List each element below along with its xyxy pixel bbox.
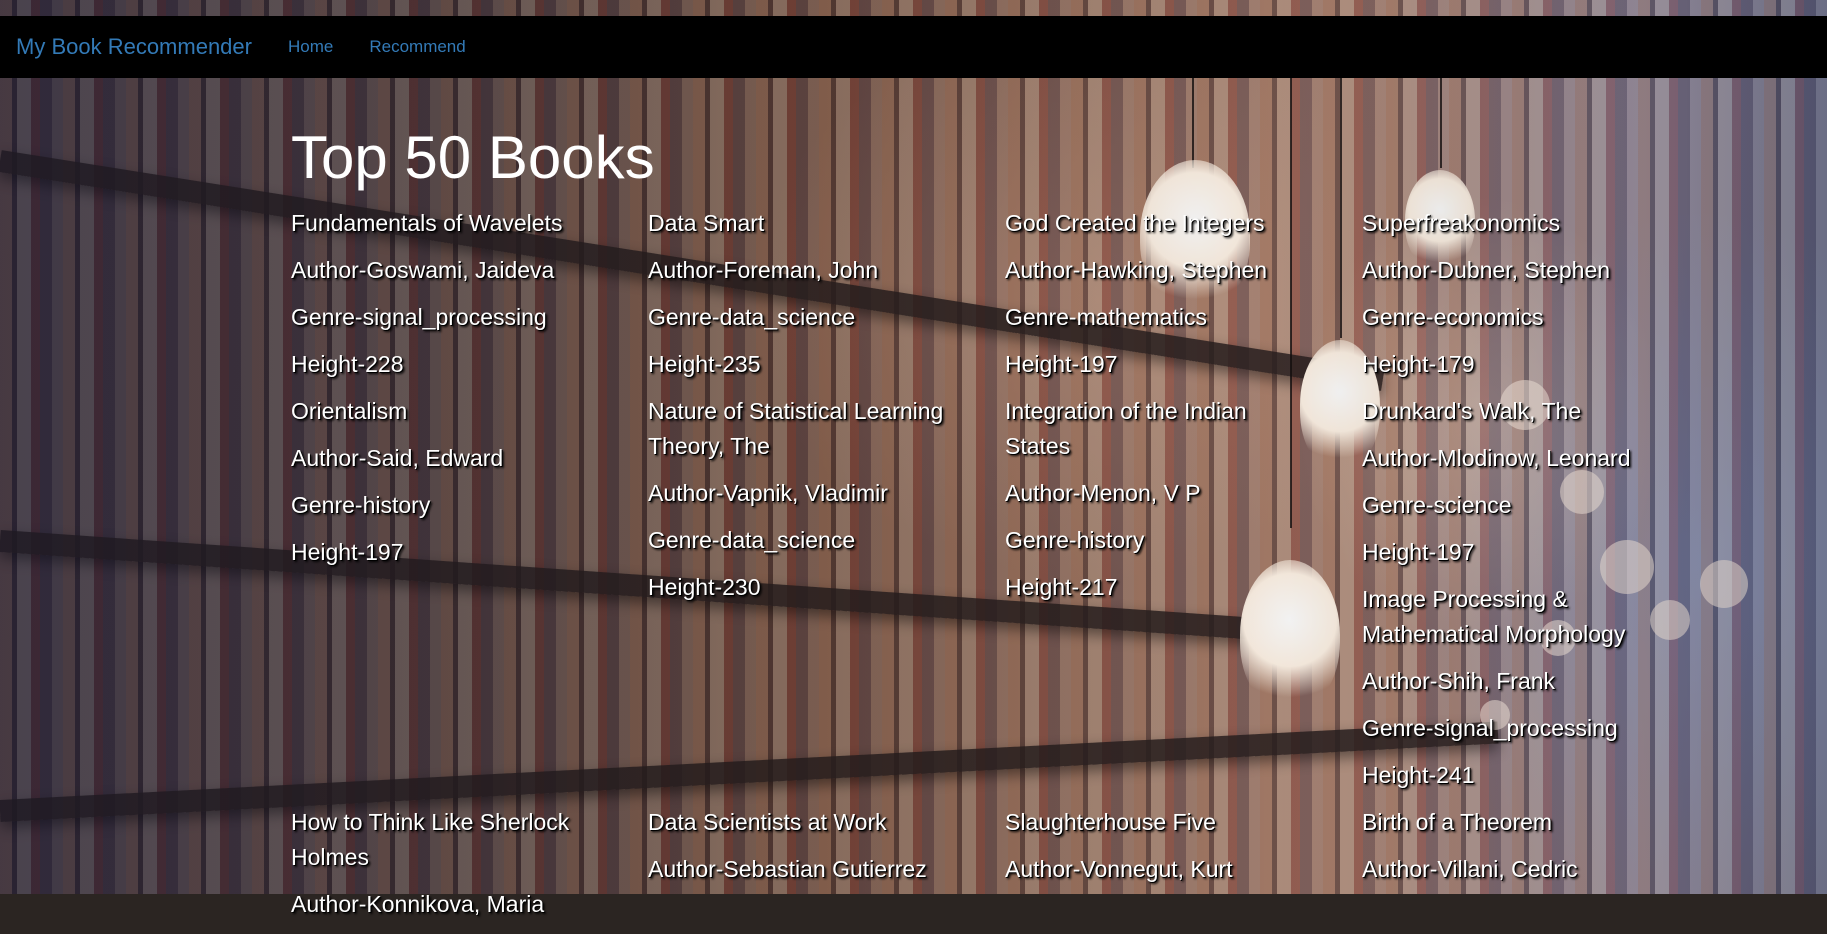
book-card: Superfreakonomics Author-Dubner, Stephen…: [1362, 206, 1719, 394]
book-title: God Created the Integers: [1005, 210, 1265, 236]
book-card: God Created the Integers Author-Hawking,…: [1005, 206, 1362, 394]
book-title: Data Smart: [648, 210, 765, 236]
book-genre: Genre-mathematics: [1005, 304, 1207, 330]
nav-link-home[interactable]: Home: [288, 37, 333, 57]
book-height: Height-197: [291, 539, 404, 565]
book-title: How to Think Like Sherlock Holmes: [291, 809, 570, 870]
book-author: Author-Konnikova, Maria: [291, 891, 545, 917]
book-genre: Genre-signal_processing: [1362, 715, 1618, 741]
book-height: Height-228: [291, 351, 404, 377]
book-title: Nature of Statistical Learning Theory, T…: [648, 398, 944, 459]
book-title: Image Processing & Mathematical Morpholo…: [1362, 586, 1626, 647]
book-height: Height-235: [648, 351, 761, 377]
book-genre: Genre-science: [1362, 492, 1512, 518]
top-navbar: My Book Recommender Home Recommend: [0, 16, 1827, 78]
book-author: Author-Foreman, John: [648, 257, 879, 283]
page-title: Top 50 Books: [291, 124, 655, 191]
book-author: Author-Sebastian Gutierrez: [648, 856, 927, 882]
book-height: Height-217: [1005, 574, 1118, 600]
book-author: Author-Mlodinow, Leonard: [1362, 445, 1631, 471]
book-height: Height-241: [1362, 762, 1475, 788]
book-title: Integration of the Indian States: [1005, 398, 1247, 459]
book-card: Data Smart Author-Foreman, John Genre-da…: [648, 206, 1005, 394]
book-card: Fundamentals of Wavelets Author-Goswami,…: [291, 206, 648, 394]
book-height: Height-179: [1362, 351, 1475, 377]
book-author: Author-Menon, V P: [1005, 480, 1201, 506]
book-card: Orientalism Author-Said, Edward Genre-hi…: [291, 394, 648, 805]
main-content: Top 50 Books Fundamentals of Wavelets Au…: [291, 122, 1731, 934]
book-height: Height-197: [1362, 539, 1475, 565]
book-author: Author-Vapnik, Vladimir: [648, 480, 888, 506]
book-card: Nature of Statistical Learning Theory, T…: [648, 394, 1005, 805]
book-card: Birth of a Theorem Author-Villani, Cedri…: [1362, 805, 1719, 934]
book-genre: Genre-economics: [1362, 304, 1544, 330]
book-author: Author-Said, Edward: [291, 445, 504, 471]
book-author: Author-Hawking, Stephen: [1005, 257, 1268, 283]
book-genre: Genre-history: [291, 492, 431, 518]
book-genre: Genre-data_science: [648, 304, 856, 330]
book-height: Height-230: [648, 574, 761, 600]
book-grid: Fundamentals of Wavelets Author-Goswami,…: [291, 206, 1731, 934]
book-card: Data Scientists at Work Author-Sebastian…: [648, 805, 1005, 934]
book-card: Integration of the Indian States Author-…: [1005, 394, 1362, 805]
book-genre: Genre-data_science: [648, 527, 856, 553]
book-card: How to Think Like Sherlock Holmes Author…: [291, 805, 648, 934]
book-card: Drunkard's Walk, The Author-Mlodinow, Le…: [1362, 394, 1719, 805]
book-title: Data Scientists at Work: [648, 809, 887, 835]
book-height: Height-197: [1005, 351, 1118, 377]
book-title: Superfreakonomics: [1362, 210, 1561, 236]
book-author: Author-Vonnegut, Kurt: [1005, 856, 1233, 882]
brand-link[interactable]: My Book Recommender: [16, 34, 252, 60]
book-card: Slaughterhouse Five Author-Vonnegut, Kur…: [1005, 805, 1362, 934]
book-title: Drunkard's Walk, The: [1362, 398, 1582, 424]
book-author: Author-Villani, Cedric: [1362, 856, 1578, 882]
book-title: Birth of a Theorem: [1362, 809, 1553, 835]
book-author: Author-Goswami, Jaideva: [291, 257, 555, 283]
book-genre: Genre-signal_processing: [291, 304, 547, 330]
book-title: Slaughterhouse Five: [1005, 809, 1216, 835]
book-title: Orientalism: [291, 398, 408, 424]
book-genre: Genre-history: [1005, 527, 1145, 553]
book-author: Author-Dubner, Stephen: [1362, 257, 1611, 283]
nav-link-recommend[interactable]: Recommend: [369, 37, 465, 57]
book-title: Fundamentals of Wavelets: [291, 210, 563, 236]
book-author: Author-Shih, Frank: [1362, 668, 1556, 694]
